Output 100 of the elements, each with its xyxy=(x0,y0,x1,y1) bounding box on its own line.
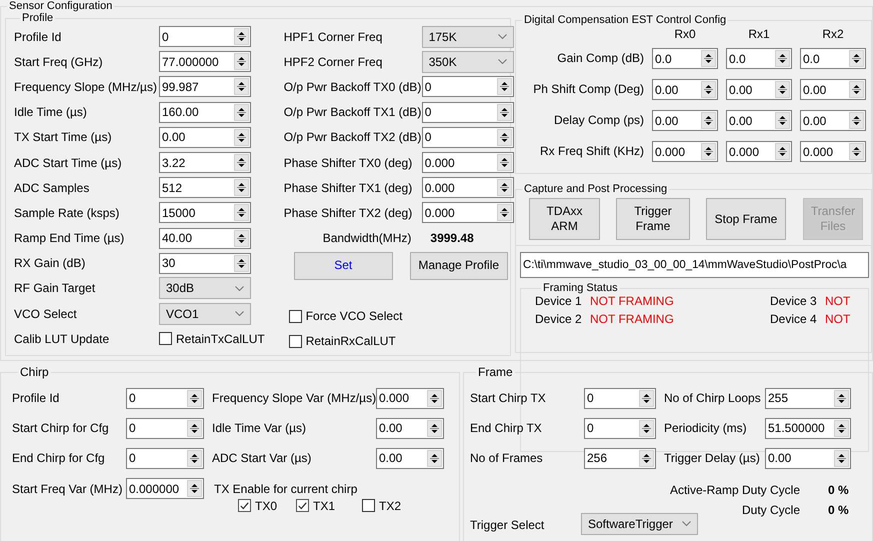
spin-box[interactable]: 0.0 xyxy=(800,48,866,69)
spin-box[interactable]: 0.0 xyxy=(726,48,792,69)
spin-box[interactable]: 0.000 xyxy=(800,141,866,162)
checkbox[interactable] xyxy=(288,334,302,348)
spinner-arrows-icon[interactable] xyxy=(496,104,512,121)
checkbox-label[interactable]: RetainRxCalLUT xyxy=(306,334,396,348)
spin-box[interactable]: 0.000 xyxy=(726,141,792,162)
spin-box[interactable]: 51.500000 xyxy=(765,418,851,439)
spin-box[interactable]: 0.000 xyxy=(652,141,718,162)
spinner-arrows-icon[interactable] xyxy=(187,480,202,498)
checkbox-label[interactable]: RetainTxCalLUT xyxy=(176,332,265,346)
spin-box[interactable]: 0 xyxy=(584,388,656,409)
spinner-arrows-icon[interactable] xyxy=(496,128,512,146)
spinner-arrows-icon[interactable] xyxy=(834,420,849,437)
checkbox[interactable] xyxy=(362,499,376,512)
checkbox[interactable] xyxy=(159,332,172,346)
dropdown[interactable]: 30dB xyxy=(159,277,251,300)
spin-box[interactable]: 0 xyxy=(422,126,514,148)
spinner-arrows-icon[interactable] xyxy=(234,28,249,46)
spin-box[interactable]: 0.000 xyxy=(422,177,514,198)
spinner-arrows-icon[interactable] xyxy=(775,50,790,67)
spin-box[interactable]: 0.0 xyxy=(652,48,718,69)
spin-box[interactable]: 0 xyxy=(126,418,204,439)
spin-box[interactable]: 160.00 xyxy=(159,102,251,123)
spin-box[interactable]: 0.00 xyxy=(800,110,866,131)
spinner-arrows-icon[interactable] xyxy=(849,112,864,129)
spinner-arrows-icon[interactable] xyxy=(701,112,716,129)
spin-box[interactable]: 0.00 xyxy=(376,418,444,439)
dropdown[interactable]: 175K xyxy=(422,26,514,48)
spin-box[interactable]: 0.00 xyxy=(726,79,792,100)
spin-box[interactable]: 0.000000 xyxy=(126,478,204,500)
spinner-arrows-icon[interactable] xyxy=(834,390,849,407)
spinner-arrows-icon[interactable] xyxy=(187,390,202,407)
spin-box[interactable]: 15000 xyxy=(159,202,251,224)
spinner-arrows-icon[interactable] xyxy=(234,179,249,196)
set-button[interactable]: Set xyxy=(294,252,393,280)
manage-profile-button[interactable]: Manage Profile xyxy=(410,252,508,280)
spinner-arrows-icon[interactable] xyxy=(496,154,512,172)
checkbox-label[interactable]: TX2 xyxy=(379,498,402,513)
spinner-arrows-icon[interactable] xyxy=(496,78,512,96)
dropdown[interactable]: VCO1 xyxy=(159,302,251,325)
spin-box[interactable]: 30 xyxy=(159,252,251,274)
spin-box[interactable]: 0.00 xyxy=(652,79,718,100)
spin-box[interactable]: 0.00 xyxy=(800,79,866,100)
checkbox[interactable] xyxy=(296,499,310,512)
spinner-arrows-icon[interactable] xyxy=(234,104,249,121)
spinner-arrows-icon[interactable] xyxy=(701,81,716,98)
spinner-arrows-icon[interactable] xyxy=(639,420,654,437)
capture-action-button[interactable]: Stop Frame xyxy=(706,198,786,240)
spin-box[interactable]: 0 xyxy=(126,448,204,469)
spinner-arrows-icon[interactable] xyxy=(187,420,202,437)
spinner-arrows-icon[interactable] xyxy=(639,450,654,467)
spinner-arrows-icon[interactable] xyxy=(234,230,249,247)
checkbox-label[interactable]: TX0 xyxy=(255,498,278,513)
spinner-arrows-icon[interactable] xyxy=(849,81,864,98)
spin-box[interactable]: 0 xyxy=(126,388,204,409)
spinner-arrows-icon[interactable] xyxy=(427,390,442,407)
capture-action-button[interactable]: TDAxx ARM xyxy=(529,198,600,240)
spin-box[interactable]: 256 xyxy=(584,448,656,469)
spinner-arrows-icon[interactable] xyxy=(496,204,512,222)
spinner-arrows-icon[interactable] xyxy=(234,154,249,172)
spinner-arrows-icon[interactable] xyxy=(234,204,249,222)
spinner-arrows-icon[interactable] xyxy=(775,143,790,160)
capture-action-button[interactable]: Trigger Frame xyxy=(616,198,690,240)
spinner-arrows-icon[interactable] xyxy=(639,390,654,407)
spin-box[interactable]: 0.00 xyxy=(726,110,792,131)
spin-box[interactable]: 0.00 xyxy=(765,448,851,469)
path-field[interactable]: C:\ti\mmwave_studio_03_00_00_14\mmWaveStudio\PostProc\a xyxy=(520,252,869,278)
spinner-arrows-icon[interactable] xyxy=(775,81,790,98)
spin-box[interactable]: 99.987 xyxy=(159,76,251,98)
spin-box[interactable]: 0 xyxy=(422,76,514,98)
spin-box[interactable]: 0.00 xyxy=(652,110,718,131)
spinner-arrows-icon[interactable] xyxy=(234,78,249,96)
spin-box[interactable]: 77.000000 xyxy=(159,51,251,72)
spin-box[interactable]: 40.00 xyxy=(159,228,251,249)
spinner-arrows-icon[interactable] xyxy=(234,53,249,70)
dropdown[interactable]: SoftwareTrigger xyxy=(581,512,698,535)
spin-box[interactable]: 0.00 xyxy=(159,126,251,148)
spinner-arrows-icon[interactable] xyxy=(834,450,849,467)
dropdown[interactable]: 350K xyxy=(422,50,514,73)
spin-box[interactable]: 512 xyxy=(159,177,251,198)
spinner-arrows-icon[interactable] xyxy=(849,50,864,67)
spin-box[interactable]: 0 xyxy=(422,102,514,123)
spinner-arrows-icon[interactable] xyxy=(775,112,790,129)
checkbox-label[interactable]: TX1 xyxy=(313,498,336,513)
spinner-arrows-icon[interactable] xyxy=(234,254,249,272)
spinner-arrows-icon[interactable] xyxy=(849,143,864,160)
spin-box[interactable]: 3.22 xyxy=(159,152,251,174)
spinner-arrows-icon[interactable] xyxy=(701,143,716,160)
spinner-arrows-icon[interactable] xyxy=(496,179,512,196)
spin-box[interactable]: 255 xyxy=(765,388,851,409)
spinner-arrows-icon[interactable] xyxy=(427,420,442,437)
spinner-arrows-icon[interactable] xyxy=(701,50,716,67)
spinner-arrows-icon[interactable] xyxy=(187,450,202,467)
checkbox[interactable] xyxy=(238,499,251,512)
spin-box[interactable]: 0.000 xyxy=(376,388,444,409)
spin-box[interactable]: 0 xyxy=(584,418,656,439)
spinner-arrows-icon[interactable] xyxy=(234,128,249,146)
spin-box[interactable]: 0.000 xyxy=(422,152,514,174)
spinner-arrows-icon[interactable] xyxy=(427,450,442,467)
